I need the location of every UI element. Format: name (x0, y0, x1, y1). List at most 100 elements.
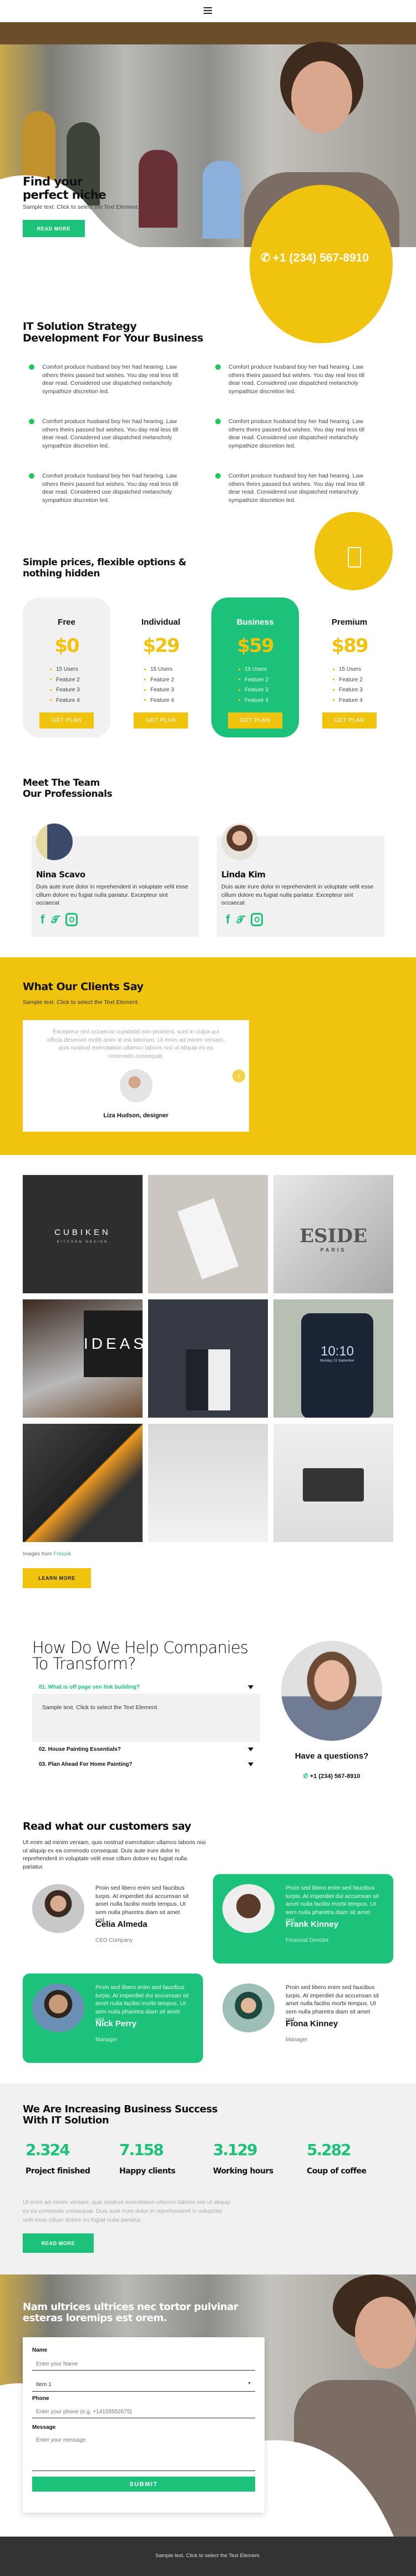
contact-title: Nam ultrices ultrices nec tortor pulvina… (23, 2301, 239, 2324)
gallery-image[interactable] (23, 1424, 143, 1542)
customer-avatar (222, 1884, 275, 1933)
stat-item: 5.282 Coup of coffee (307, 2141, 367, 2176)
customer-card: Proin sed libero enim sed faucibus turpi… (23, 1874, 203, 1964)
stats-read-more-button[interactable]: READ MORE (23, 2233, 94, 2253)
plan-price: $89 (331, 635, 369, 657)
gallery-image[interactable]: IDEAS (23, 1299, 143, 1418)
faq-item-2[interactable]: 02. House Painting Essentials? (32, 1744, 260, 1755)
phone-icon: ✆ (261, 252, 271, 264)
caret-down-icon (248, 1762, 253, 1766)
pricing-card-individual: Individual $29 15 Users Feature 2 Feature … (117, 597, 205, 737)
gallery-image[interactable] (148, 1299, 268, 1418)
learn-more-button[interactable]: LEARN MORE (23, 1568, 91, 1588)
twitter-icon[interactable]: 𝓣 (236, 914, 244, 926)
pricing-card-free: Free $0 15 Users Feature 2 Feature 3 Featur… (23, 597, 110, 737)
gallery-image[interactable]: CUBIKEN KITCHEN DESIGN (23, 1175, 143, 1293)
plan-price: $59 (237, 635, 275, 657)
customer-role: Financial Director (286, 1937, 329, 1944)
caret-down-icon (248, 1685, 253, 1689)
hamburger-icon[interactable] (204, 7, 212, 14)
get-plan-button[interactable]: GET PLAN (322, 712, 377, 729)
customer-avatar (222, 1984, 275, 2032)
facebook-icon[interactable]: f (40, 912, 44, 927)
stat-label: Happy clients (119, 2167, 176, 2176)
plan-features: 15 Users Feature 2 Feature 3 Feature 4 (50, 665, 83, 706)
plan-price: $0 (54, 635, 79, 657)
bullet-icon (29, 419, 34, 424)
testimonial-quote: Excepteur sint occaecat cupidatat non pr… (47, 1028, 225, 1059)
name-input[interactable] (32, 2358, 255, 2371)
caret-down-icon (248, 1747, 253, 1751)
stat-item: 2.324 Project finished (26, 2141, 90, 2176)
client-name: Liza Hudson, designer (103, 1112, 169, 1119)
caret-down-icon: ▼ (247, 2382, 251, 2386)
message-textarea[interactable] (32, 2435, 255, 2471)
smartphone-icon (348, 547, 361, 568)
plan-features: 15 Users Feature 2 Feature 3 Feature 4 (144, 665, 177, 706)
phone-input[interactable] (32, 2406, 255, 2418)
image-credit: Images from Freepik (23, 1551, 72, 1557)
bullet-icon (215, 419, 221, 424)
team-avatar (221, 823, 258, 860)
testimonials-title: Read what our customers say (23, 1820, 191, 1832)
plan-price: $29 (143, 635, 180, 657)
customer-role: CEO Company (95, 1937, 133, 1944)
customer-card: Proin sed libero enim sed faucibus turpi… (213, 1974, 393, 2063)
facebook-icon[interactable]: f (226, 912, 230, 927)
social-links: f𝓣 (40, 912, 78, 927)
bullet-icon (215, 473, 221, 479)
stat-value: 7.158 (119, 2141, 164, 2159)
team-member-bio: Duis aute irure dolor in reprehenderit i… (221, 883, 374, 906)
team-member-name: Linda Kim (221, 870, 266, 880)
message-label: Message (32, 2424, 56, 2431)
instagram-icon[interactable] (65, 913, 78, 926)
pricing-card-business: Business $59 15 Users Feature 2 Feature 3F… (211, 597, 299, 737)
instagram-icon[interactable] (251, 913, 263, 926)
phone-label: Phone (32, 2396, 49, 2402)
customer-name: Frank Kinney (286, 1920, 339, 1929)
stat-label: Project finished (26, 2167, 90, 2176)
faq-item-3[interactable]: 03. Plan Ahead For Home Painting? (32, 1759, 260, 1770)
bullet-icon (29, 473, 34, 479)
submit-button[interactable]: SUBMIT (32, 2477, 255, 2492)
hero-read-more-button[interactable]: READ MORE (23, 220, 85, 237)
team-title: Meet The Team Our Professionals (23, 777, 113, 800)
faq-answer-1: Sample text. Click to select the Text El… (32, 1694, 260, 1742)
gallery-image[interactable] (273, 1424, 393, 1542)
customer-name: Nick Perry (95, 2019, 137, 2028)
customer-avatar (32, 1984, 84, 2032)
customer-name: Fiona Kinney (286, 2019, 338, 2028)
next-arrow-button[interactable]: › (232, 1069, 245, 1082)
hero-phone[interactable]: ✆ +1 (234) 567-8910 (261, 251, 369, 265)
freepik-link[interactable]: Freepik (53, 1551, 71, 1557)
pricing-title: Simple prices, flexible options & nothing… (23, 557, 186, 579)
gallery-image[interactable] (148, 1175, 268, 1293)
testimonial-card: Excepteur sint occaecat cupidatat non pr… (23, 1020, 249, 1132)
customer-card: Proin sed libero enim sed faucibus turpi… (213, 1874, 393, 1964)
faq-title: How Do We Help Companies To Transform? (32, 1638, 248, 1673)
plan-features: 15 Users Feature 2 Feature 3 Feature 4 (333, 665, 366, 706)
name-label: Name (32, 2347, 48, 2353)
stat-item: 7.158 Happy clients (119, 2141, 176, 2176)
gallery-image[interactable] (148, 1424, 268, 1542)
get-plan-button[interactable]: GET PLAN (228, 712, 282, 729)
get-plan-button[interactable]: GET PLAN (134, 712, 188, 729)
pricing-card-premium: Premium $89 15 Users Feature 2 Feature 3 Fe… (306, 597, 393, 737)
hero-title: Find your perfect niche (23, 175, 106, 202)
team-member-name: Nina Scavo (36, 870, 85, 880)
footer: Sample text. Click to select the Text El… (0, 2537, 416, 2576)
get-plan-button[interactable]: GET PLAN (39, 712, 94, 729)
bullet-icon (29, 364, 34, 370)
plan-features: 15 Users Feature 2 Feature 3 Feature 4 (239, 665, 272, 706)
stat-value: 2.324 (26, 2141, 70, 2159)
faq-item-1[interactable]: 01. What is off page seo link building? (32, 1681, 260, 1693)
item-select[interactable]: Item 1 ▼ (32, 2379, 255, 2392)
gallery-image[interactable]: ESIDE PARIS (273, 1175, 393, 1293)
social-links: f𝓣 (226, 912, 263, 927)
team-member-bio: Duis aute irure dolor in reprehenderit i… (36, 883, 189, 906)
twitter-icon[interactable]: 𝓣 (51, 914, 59, 926)
clients-title: What Our Clients Say (23, 981, 144, 993)
stat-label: Coup of coffee (307, 2167, 367, 2176)
gallery-image[interactable]: 10:10 Monday, 01 September (273, 1299, 393, 1418)
faq-phone[interactable]: ✆ +1 (234) 567-8910 (281, 1772, 382, 1780)
